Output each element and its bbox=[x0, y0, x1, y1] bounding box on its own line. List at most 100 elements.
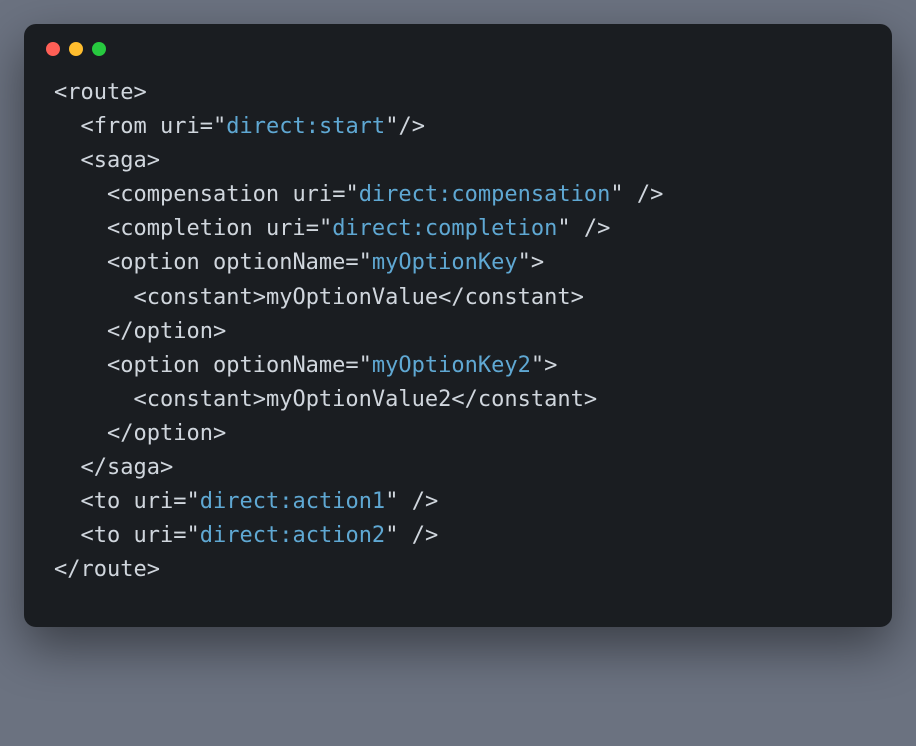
space bbox=[253, 216, 266, 241]
window-titlebar bbox=[24, 24, 892, 66]
tag-constant: constant bbox=[465, 285, 571, 310]
text-my-option-value2: myOptionValue2 bbox=[266, 387, 451, 412]
zoom-icon[interactable] bbox=[92, 42, 106, 56]
tag-constant: constant bbox=[147, 387, 253, 412]
punct: / bbox=[412, 489, 425, 514]
code-window: <route> <from uri="direct:start"/> <saga… bbox=[24, 24, 892, 627]
punct: = bbox=[306, 216, 319, 241]
tag-route: route bbox=[81, 557, 147, 582]
tag-saga: saga bbox=[94, 148, 147, 173]
punct: > bbox=[584, 387, 597, 412]
punct: / bbox=[94, 455, 107, 480]
punct: / bbox=[120, 319, 133, 344]
space bbox=[120, 523, 133, 548]
punct: > bbox=[412, 114, 425, 139]
punct: < bbox=[107, 182, 120, 207]
punct: " bbox=[187, 489, 200, 514]
punct: > bbox=[531, 250, 544, 275]
attr-uri: uri bbox=[134, 489, 174, 514]
val-direct-action2: direct:action2 bbox=[200, 523, 385, 548]
val-direct-action1: direct:action1 bbox=[200, 489, 385, 514]
tag-option: option bbox=[120, 250, 199, 275]
punct: > bbox=[147, 148, 160, 173]
punct: > bbox=[147, 557, 160, 582]
close-icon[interactable] bbox=[46, 42, 60, 56]
space bbox=[624, 182, 637, 207]
punct: = bbox=[332, 182, 345, 207]
punct: > bbox=[650, 182, 663, 207]
attr-option-name: optionName bbox=[213, 353, 345, 378]
punct: < bbox=[438, 285, 451, 310]
punct: > bbox=[133, 80, 146, 105]
punct: > bbox=[597, 216, 610, 241]
tag-route: route bbox=[67, 80, 133, 105]
punct: > bbox=[425, 489, 438, 514]
punct: / bbox=[465, 387, 478, 412]
punct: > bbox=[213, 421, 226, 446]
tag-option: option bbox=[133, 421, 212, 446]
val-my-option-key2: myOptionKey2 bbox=[372, 353, 531, 378]
punct: " bbox=[385, 523, 398, 548]
punct: " bbox=[557, 216, 570, 241]
punct: < bbox=[81, 489, 94, 514]
punct: < bbox=[107, 421, 120, 446]
punct: < bbox=[107, 319, 120, 344]
minimize-icon[interactable] bbox=[69, 42, 83, 56]
tag-constant: constant bbox=[147, 285, 253, 310]
code-block: <route> <from uri="direct:start"/> <saga… bbox=[24, 66, 892, 627]
val-direct-completion: direct:completion bbox=[332, 216, 557, 241]
val-direct-start: direct:start bbox=[226, 114, 385, 139]
punct: / bbox=[584, 216, 597, 241]
tag-from: from bbox=[94, 114, 147, 139]
val-direct-compensation: direct:compensation bbox=[359, 182, 611, 207]
punct: / bbox=[67, 557, 80, 582]
punct: / bbox=[637, 182, 650, 207]
punct: < bbox=[107, 216, 120, 241]
punct: > bbox=[544, 353, 557, 378]
tag-to: to bbox=[94, 523, 121, 548]
punct: " bbox=[518, 250, 531, 275]
punct: " bbox=[610, 182, 623, 207]
punct: < bbox=[81, 114, 94, 139]
punct: " bbox=[187, 523, 200, 548]
punct: " bbox=[359, 250, 372, 275]
punct: > bbox=[425, 523, 438, 548]
punct: > bbox=[253, 387, 266, 412]
tag-to: to bbox=[94, 489, 121, 514]
punct: " bbox=[359, 353, 372, 378]
punct: < bbox=[54, 80, 67, 105]
space bbox=[571, 216, 584, 241]
punct: = bbox=[345, 353, 358, 378]
punct: < bbox=[133, 285, 146, 310]
tag-completion: completion bbox=[120, 216, 252, 241]
punct: > bbox=[160, 455, 173, 480]
space bbox=[398, 489, 411, 514]
punct: / bbox=[412, 523, 425, 548]
punct: " bbox=[213, 114, 226, 139]
punct: > bbox=[213, 319, 226, 344]
text-my-option-value: myOptionValue bbox=[266, 285, 438, 310]
punct: " bbox=[385, 114, 398, 139]
tag-option: option bbox=[120, 353, 199, 378]
tag-option: option bbox=[133, 319, 212, 344]
punct: < bbox=[107, 353, 120, 378]
punct: > bbox=[571, 285, 584, 310]
punct: " bbox=[531, 353, 544, 378]
space bbox=[200, 250, 213, 275]
punct: < bbox=[81, 148, 94, 173]
attr-uri: uri bbox=[266, 216, 306, 241]
attr-uri: uri bbox=[292, 182, 332, 207]
tag-compensation: compensation bbox=[120, 182, 279, 207]
punct: < bbox=[107, 250, 120, 275]
punct: " bbox=[319, 216, 332, 241]
punct: / bbox=[120, 421, 133, 446]
space bbox=[200, 353, 213, 378]
tag-saga: saga bbox=[107, 455, 160, 480]
space bbox=[147, 114, 160, 139]
punct: = bbox=[173, 523, 186, 548]
attr-uri: uri bbox=[134, 523, 174, 548]
punct: < bbox=[133, 387, 146, 412]
punct: < bbox=[54, 557, 67, 582]
punct: / bbox=[451, 285, 464, 310]
attr-uri: uri bbox=[160, 114, 200, 139]
